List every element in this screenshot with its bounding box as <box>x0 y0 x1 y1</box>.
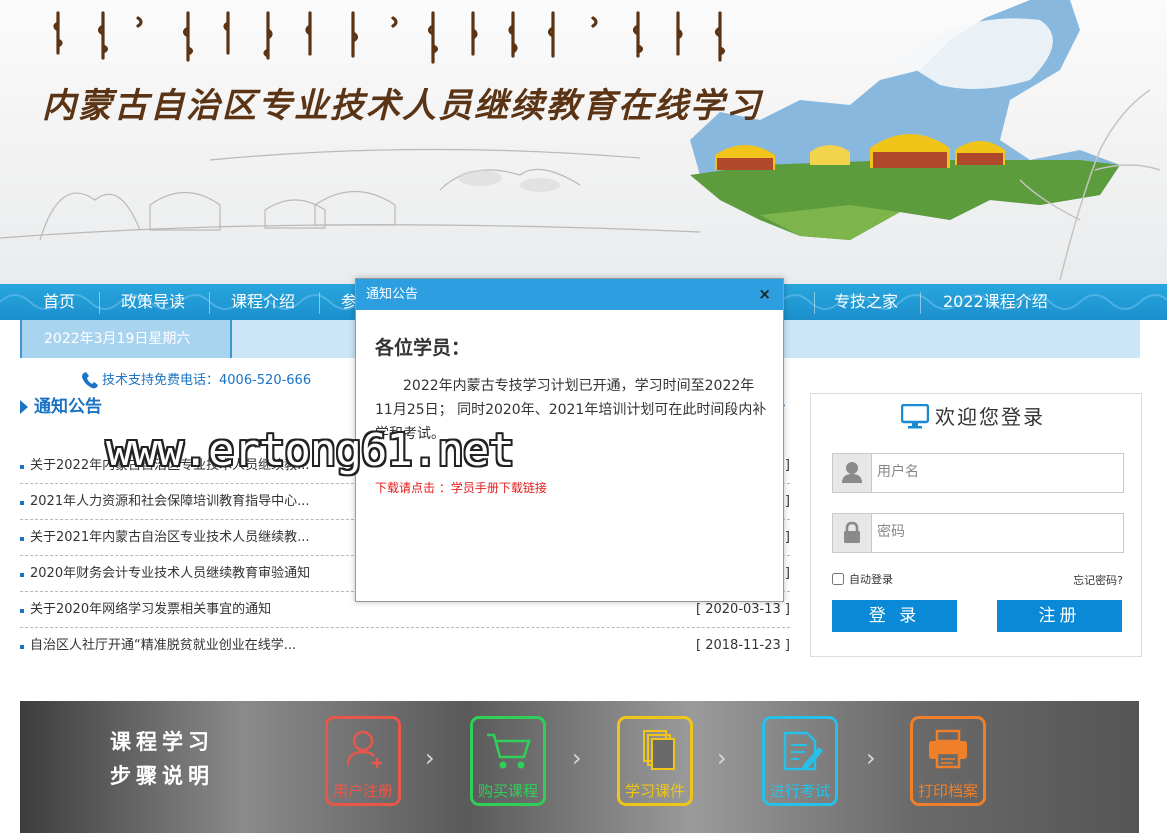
header-banner: 内蒙古自治区专业技术人员继续教育在线学习 <box>0 0 1167 284</box>
nav-separator <box>209 292 210 314</box>
modal-title: 通知公告 <box>366 287 419 302</box>
step-study-courseware[interactable]: 学习课件 <box>617 716 693 806</box>
step-label: 购买课程 <box>477 782 538 800</box>
nav-item-home[interactable]: 首页 <box>43 284 75 320</box>
user-add-icon <box>346 730 382 768</box>
bullet-dot <box>20 573 24 577</box>
support-hotline-text: 技术支持免费电话：4006-520-666 <box>102 373 312 388</box>
nav-separator <box>920 292 921 314</box>
notice-title[interactable]: 2021年人力资源和社会保障培训教育指导中心... <box>30 492 309 512</box>
modal-close-button[interactable]: × <box>758 279 771 310</box>
notice-title[interactable]: 自治区人社厅开通“精准脱贫就业创业在线学... <box>30 636 296 656</box>
forgot-password-link[interactable]: 忘记密码? <box>1073 574 1123 588</box>
site-title: 内蒙古自治区专业技术人员继续教育在线学习 <box>42 86 762 126</box>
steps-heading-line2: 步骤说明 <box>110 764 214 788</box>
notice-date: ] <box>784 530 790 545</box>
step-user-register[interactable]: 用户注册 <box>325 716 401 806</box>
step-print-record[interactable]: 打印档案 <box>910 716 986 806</box>
steps-heading-line1: 课程学习 <box>110 730 214 754</box>
step-label: 进行考试 <box>769 782 830 800</box>
login-title: 欢迎您登录 <box>935 405 1045 429</box>
notice-title[interactable]: 2020年财务会计专业技术人员继续教育审验通知 <box>30 564 310 584</box>
pages-icon <box>643 730 675 770</box>
step-arrow-icon: › <box>866 744 876 772</box>
notice-date: ] <box>784 458 790 473</box>
triangle-right-icon <box>20 400 28 414</box>
step-label: 打印档案 <box>917 782 978 800</box>
step-label: 用户注册 <box>332 782 393 800</box>
date-cell: 2022年3月19日星期六 <box>20 320 232 358</box>
bullet-dot <box>20 501 24 505</box>
nav-item-course-intro[interactable]: 课程介绍 <box>231 284 295 320</box>
exam-edit-icon <box>783 731 823 771</box>
notice-date: [ 2020-03-13 ] <box>696 602 790 617</box>
printer-icon <box>929 729 967 769</box>
nav-separator <box>99 292 100 314</box>
step-buy-course[interactable]: 购买课程 <box>470 716 546 806</box>
modal-greeting: 各位学员： <box>375 337 471 359</box>
nav-item-2022-course-intro[interactable]: 2022课程介绍 <box>943 284 1048 320</box>
modal-header: 通知公告 × <box>356 279 783 310</box>
bullet-dot <box>20 537 24 541</box>
password-field <box>832 513 1124 553</box>
register-button[interactable]: 注册 <box>997 600 1122 632</box>
nav-separator <box>814 292 815 314</box>
nav-item-professional-home[interactable]: 专技之家 <box>834 284 898 320</box>
bullet-dot <box>20 465 24 469</box>
login-panel: 欢迎您登录 自动登录 忘记密码? 登 录 注册 <box>810 393 1142 657</box>
notice-date: ] <box>784 566 790 581</box>
phone-icon <box>82 372 98 389</box>
auto-login-label[interactable]: 自动登录 <box>849 572 893 588</box>
site-watermark: www.ertong61.net <box>106 425 515 476</box>
auto-login-checkbox[interactable] <box>832 573 844 585</box>
step-arrow-icon: › <box>572 744 582 772</box>
notice-title[interactable]: 关于2020年网络学习发票相关事宜的通知 <box>30 600 271 620</box>
notice-item[interactable]: 自治区人社厅开通“精准脱贫就业创业在线学... [ 2018-11-23 ] <box>20 628 790 663</box>
cart-icon <box>487 733 531 769</box>
notices-title: 通知公告 <box>34 397 102 417</box>
lock-icon <box>833 514 872 552</box>
login-button[interactable]: 登 录 <box>832 600 957 632</box>
step-take-exam[interactable]: 进行考试 <box>762 716 838 806</box>
current-date: 2022年3月19日星期六 <box>44 331 191 347</box>
course-steps-banner: 课程学习 步骤说明 用户注册 › 购买课程 › 学习课件 › 进行考试 › 打印… <box>20 701 1139 833</box>
step-arrow-icon: › <box>425 744 435 772</box>
bullet-dot <box>20 645 24 649</box>
bullet-dot <box>20 609 24 613</box>
nav-item-policy-guide[interactable]: 政策导读 <box>121 284 185 320</box>
notice-title[interactable]: 关于2021年内蒙古自治区专业技术人员继续教... <box>30 528 309 548</box>
step-arrow-icon: › <box>717 744 727 772</box>
notice-date: [ 2018-11-23 ] <box>696 638 790 653</box>
notice-date: ] <box>784 494 790 509</box>
monitor-icon <box>901 404 929 429</box>
user-icon <box>833 454 872 492</box>
steps-heading: 课程学习 步骤说明 <box>110 725 214 793</box>
step-label: 学习课件 <box>624 782 685 800</box>
username-input[interactable] <box>873 454 1121 490</box>
username-field <box>832 453 1124 493</box>
password-input[interactable] <box>873 514 1121 550</box>
mongolian-script-title <box>53 11 726 64</box>
nav-separator <box>319 292 320 314</box>
manual-download-link[interactable]: 下载请点击 ：学员手册下载链接 <box>375 479 547 496</box>
